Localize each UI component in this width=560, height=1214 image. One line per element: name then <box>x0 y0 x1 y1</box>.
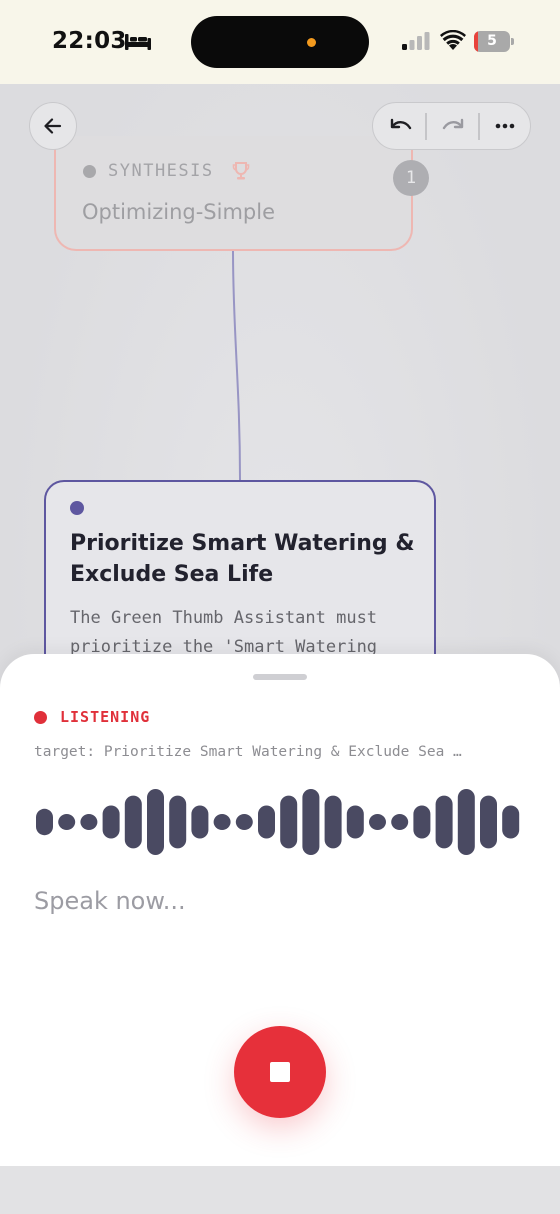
waveform-bar <box>324 795 342 849</box>
status-time: 22:03 <box>52 28 127 54</box>
waveform-bar <box>369 814 386 830</box>
voice-input-sheet: LISTENING target: Prioritize Smart Water… <box>0 654 560 1166</box>
waveform-bar <box>346 805 364 839</box>
transcript-placeholder: Speak now... <box>34 887 186 915</box>
waveform-bar <box>124 795 142 849</box>
waveform-bar <box>258 805 275 839</box>
waveform-bar <box>102 805 120 839</box>
back-button[interactable] <box>29 102 77 150</box>
synthesis-status-dot <box>83 165 96 178</box>
waveform-bar <box>457 789 475 855</box>
waveform-bar <box>147 789 164 855</box>
undo-icon <box>390 118 412 129</box>
battery-level: 5 <box>487 33 497 49</box>
waveform-bar <box>280 795 298 849</box>
stop-recording-button[interactable] <box>234 1026 326 1118</box>
synthesis-title: Optimizing-Simple <box>82 200 275 224</box>
waveform-bar <box>302 789 320 855</box>
more-icon <box>495 123 515 128</box>
wifi-icon <box>440 30 466 50</box>
privacy-indicator <box>307 38 316 47</box>
waveform-bar <box>391 814 409 830</box>
canvas-toolbar <box>372 102 531 150</box>
signal-icon <box>402 32 430 50</box>
redo-icon <box>442 118 464 129</box>
node-title: Prioritize Smart Watering & Exclude Sea … <box>70 531 415 587</box>
more-button[interactable] <box>479 103 531 148</box>
synthesis-label: SYNTHESIS <box>108 161 214 181</box>
waveform-bar <box>213 814 231 830</box>
back-arrow-icon <box>44 118 62 134</box>
waveform-bar <box>191 805 209 839</box>
status-bar: 22:03 5 <box>0 0 560 84</box>
waveform-bar <box>235 814 253 830</box>
waveform-bar <box>413 805 431 839</box>
waveform-bar <box>169 795 187 849</box>
waveform-bar <box>36 808 53 836</box>
bed-icon <box>125 34 151 50</box>
synthesis-count-badge: 1 <box>393 160 429 196</box>
undo-button[interactable] <box>375 103 427 148</box>
audio-waveform <box>36 789 520 855</box>
bottom-backdrop <box>0 1166 560 1214</box>
dynamic-island <box>191 16 369 68</box>
waveform-bar <box>435 795 453 849</box>
battery-icon: 5 <box>474 31 514 52</box>
redo-button[interactable] <box>427 103 479 148</box>
stop-icon <box>270 1062 290 1082</box>
waveform-bar <box>502 805 520 839</box>
trophy-icon <box>232 162 250 180</box>
node-status-dot <box>70 501 84 515</box>
synthesis-node[interactable]: SYNTHESIS Optimizing-Simple 1 <box>54 136 429 251</box>
waveform-bar <box>480 795 497 849</box>
waveform-bar <box>58 814 76 830</box>
waveform-bar <box>80 814 98 830</box>
